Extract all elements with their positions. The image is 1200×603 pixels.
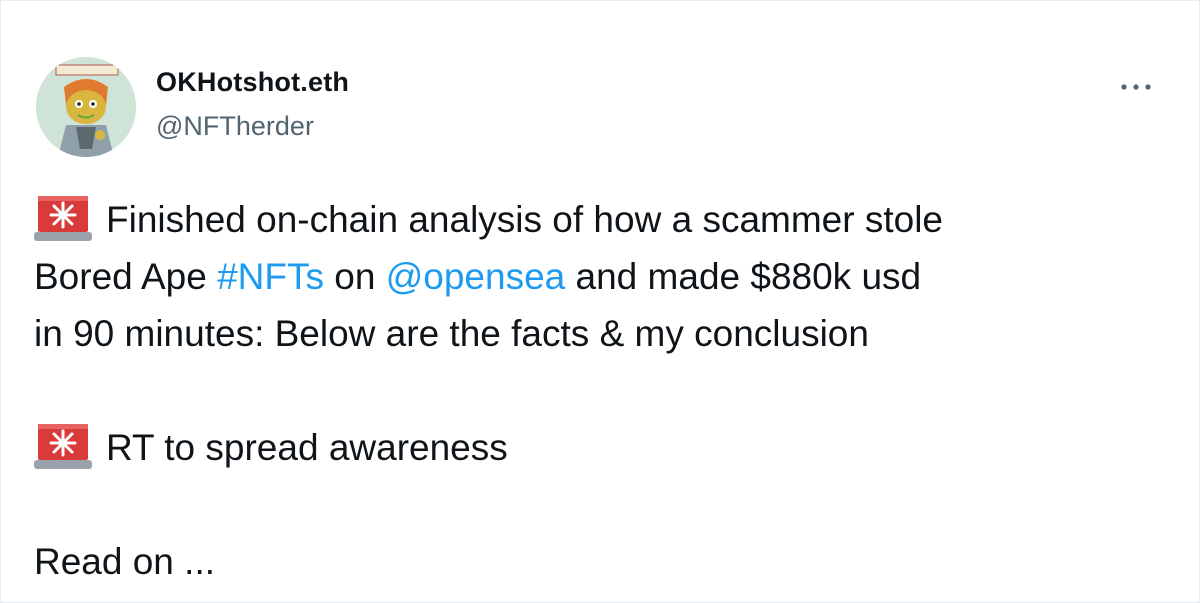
cartoon-avatar-icon	[36, 57, 136, 157]
tweet-text-line-1: Finished on-chain analysis of how a scam…	[106, 199, 943, 240]
tweet-line-2: Bored Ape #NFTs on @opensea and made $88…	[34, 248, 1174, 305]
tweet-text-line-4: RT to spread awareness	[106, 427, 508, 468]
hashtag-link[interactable]: #NFTs	[217, 256, 324, 297]
police-light-siren-icon	[34, 196, 92, 241]
tweet-text-prefix: Bored Ape	[34, 256, 218, 297]
tweet-text-line-3: in 90 minutes: Below are the facts & my …	[34, 313, 869, 354]
tweet-text-mid: on	[324, 256, 386, 297]
tweet-card: OKHotshot.eth @NFTherder Finished on-cha…	[0, 0, 1200, 603]
tweet-line-5: Read on ...	[34, 533, 1174, 590]
tweet-line-4: RT to spread awareness	[34, 419, 1174, 476]
police-light-siren-icon	[34, 424, 92, 469]
display-name[interactable]: OKHotshot.eth	[156, 67, 349, 98]
tweet-body: Finished on-chain analysis of how a scam…	[34, 191, 1174, 590]
user-handle[interactable]: @NFTherder	[156, 111, 314, 142]
tweet-text-suffix: and made $880k usd	[565, 256, 922, 297]
tweet-line-3: in 90 minutes: Below are the facts & my …	[34, 305, 1174, 362]
tweet-line-1: Finished on-chain analysis of how a scam…	[34, 191, 1174, 248]
tweet-text-line-5: Read on ...	[34, 541, 216, 582]
more-options-icon	[1121, 84, 1151, 90]
more-options-button[interactable]	[1111, 69, 1161, 105]
avatar[interactable]	[36, 57, 136, 157]
mention-link[interactable]: @opensea	[386, 256, 566, 297]
